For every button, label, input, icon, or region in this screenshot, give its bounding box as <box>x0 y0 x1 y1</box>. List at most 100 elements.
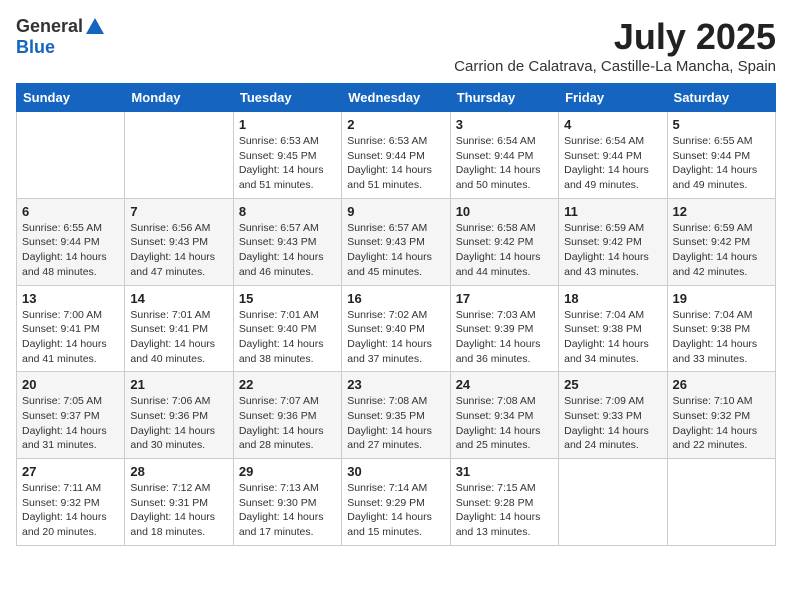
calendar-cell: 1 Sunrise: 6:53 AM Sunset: 9:45 PM Daylig… <box>233 112 341 199</box>
day-number: 28 <box>130 464 227 479</box>
day-info: Sunrise: 7:07 AM Sunset: 9:36 PM Dayligh… <box>239 394 336 453</box>
day-info: Sunrise: 7:08 AM Sunset: 9:35 PM Dayligh… <box>347 394 444 453</box>
day-info: Sunrise: 6:54 AM Sunset: 9:44 PM Dayligh… <box>564 134 661 193</box>
day-info: Sunrise: 7:12 AM Sunset: 9:31 PM Dayligh… <box>130 481 227 540</box>
day-number: 21 <box>130 377 227 392</box>
day-info: Sunrise: 7:01 AM Sunset: 9:41 PM Dayligh… <box>130 308 227 367</box>
day-number: 2 <box>347 117 444 132</box>
calendar-cell <box>17 112 125 199</box>
day-number: 6 <box>22 204 119 219</box>
weekday-header-thursday: Thursday <box>450 84 558 112</box>
location-subtitle: Carrion de Calatrava, Castille-La Mancha… <box>454 58 776 75</box>
calendar-week-5: 27 Sunrise: 7:11 AM Sunset: 9:32 PM Dayli… <box>17 459 776 546</box>
calendar-cell: 19 Sunrise: 7:04 AM Sunset: 9:38 PM Dayli… <box>667 285 775 372</box>
day-info: Sunrise: 7:01 AM Sunset: 9:40 PM Dayligh… <box>239 308 336 367</box>
calendar-cell: 6 Sunrise: 6:55 AM Sunset: 9:44 PM Daylig… <box>17 198 125 285</box>
logo-icon <box>84 16 106 38</box>
day-number: 5 <box>673 117 770 132</box>
weekday-header-tuesday: Tuesday <box>233 84 341 112</box>
calendar-week-3: 13 Sunrise: 7:00 AM Sunset: 9:41 PM Dayli… <box>17 285 776 372</box>
calendar-cell: 23Sunrise: 7:08 AM Sunset: 9:35 PM Dayli… <box>342 372 450 459</box>
day-info: Sunrise: 6:53 AM Sunset: 9:45 PM Dayligh… <box>239 134 336 193</box>
day-number: 29 <box>239 464 336 479</box>
day-number: 25 <box>564 377 661 392</box>
day-number: 15 <box>239 291 336 306</box>
logo: General Blue <box>16 16 107 58</box>
day-number: 13 <box>22 291 119 306</box>
calendar-week-4: 20Sunrise: 7:05 AM Sunset: 9:37 PM Dayli… <box>17 372 776 459</box>
calendar-cell: 10Sunrise: 6:58 AM Sunset: 9:42 PM Dayli… <box>450 198 558 285</box>
calendar-cell: 20Sunrise: 7:05 AM Sunset: 9:37 PM Dayli… <box>17 372 125 459</box>
calendar-week-2: 6 Sunrise: 6:55 AM Sunset: 9:44 PM Daylig… <box>17 198 776 285</box>
title-block: July 2025 Carrion de Calatrava, Castille… <box>454 16 776 75</box>
calendar-cell: 4Sunrise: 6:54 AM Sunset: 9:44 PM Daylig… <box>559 112 667 199</box>
day-info: Sunrise: 7:04 AM Sunset: 9:38 PM Dayligh… <box>564 308 661 367</box>
weekday-header-monday: Monday <box>125 84 233 112</box>
day-number: 8 <box>239 204 336 219</box>
calendar-cell: 31 Sunrise: 7:15 AM Sunset: 9:28 PM Dayli… <box>450 459 558 546</box>
day-number: 1 <box>239 117 336 132</box>
calendar-cell: 30Sunrise: 7:14 AM Sunset: 9:29 PM Dayli… <box>342 459 450 546</box>
calendar-cell: 13 Sunrise: 7:00 AM Sunset: 9:41 PM Dayli… <box>17 285 125 372</box>
day-info: Sunrise: 7:10 AM Sunset: 9:32 PM Dayligh… <box>673 394 770 453</box>
day-number: 30 <box>347 464 444 479</box>
calendar-cell: 28 Sunrise: 7:12 AM Sunset: 9:31 PM Dayli… <box>125 459 233 546</box>
calendar-cell <box>559 459 667 546</box>
calendar-cell: 5Sunrise: 6:55 AM Sunset: 9:44 PM Daylig… <box>667 112 775 199</box>
calendar-cell: 2 Sunrise: 6:53 AM Sunset: 9:44 PM Daylig… <box>342 112 450 199</box>
day-info: Sunrise: 6:53 AM Sunset: 9:44 PM Dayligh… <box>347 134 444 193</box>
day-info: Sunrise: 6:55 AM Sunset: 9:44 PM Dayligh… <box>22 221 119 280</box>
calendar-cell: 15 Sunrise: 7:01 AM Sunset: 9:40 PM Dayli… <box>233 285 341 372</box>
day-number: 20 <box>22 377 119 392</box>
day-number: 31 <box>456 464 553 479</box>
day-number: 16 <box>347 291 444 306</box>
weekday-header-saturday: Saturday <box>667 84 775 112</box>
day-info: Sunrise: 6:57 AM Sunset: 9:43 PM Dayligh… <box>347 221 444 280</box>
calendar-cell: 21Sunrise: 7:06 AM Sunset: 9:36 PM Dayli… <box>125 372 233 459</box>
weekday-header-wednesday: Wednesday <box>342 84 450 112</box>
calendar-cell <box>667 459 775 546</box>
day-info: Sunrise: 7:03 AM Sunset: 9:39 PM Dayligh… <box>456 308 553 367</box>
calendar-cell: 29 Sunrise: 7:13 AM Sunset: 9:30 PM Dayli… <box>233 459 341 546</box>
month-year-title: July 2025 <box>454 16 776 58</box>
day-number: 18 <box>564 291 661 306</box>
calendar-cell: 26 Sunrise: 7:10 AM Sunset: 9:32 PM Dayli… <box>667 372 775 459</box>
weekday-header-friday: Friday <box>559 84 667 112</box>
day-number: 26 <box>673 377 770 392</box>
calendar-cell: 22 Sunrise: 7:07 AM Sunset: 9:36 PM Dayli… <box>233 372 341 459</box>
day-number: 24 <box>456 377 553 392</box>
calendar-cell: 3 Sunrise: 6:54 AM Sunset: 9:44 PM Daylig… <box>450 112 558 199</box>
calendar-cell: 14 Sunrise: 7:01 AM Sunset: 9:41 PM Dayli… <box>125 285 233 372</box>
logo-general: General <box>16 16 83 36</box>
day-info: Sunrise: 7:00 AM Sunset: 9:41 PM Dayligh… <box>22 308 119 367</box>
day-number: 22 <box>239 377 336 392</box>
day-number: 11 <box>564 204 661 219</box>
calendar-cell: 11 Sunrise: 6:59 AM Sunset: 9:42 PM Dayli… <box>559 198 667 285</box>
logo-blue: Blue <box>16 37 55 57</box>
weekday-header-sunday: Sunday <box>17 84 125 112</box>
page-header: General Blue July 2025 Carrion de Calatr… <box>16 16 776 75</box>
day-number: 27 <box>22 464 119 479</box>
calendar-cell: 27 Sunrise: 7:11 AM Sunset: 9:32 PM Dayli… <box>17 459 125 546</box>
day-info: Sunrise: 6:57 AM Sunset: 9:43 PM Dayligh… <box>239 221 336 280</box>
day-number: 7 <box>130 204 227 219</box>
day-info: Sunrise: 6:54 AM Sunset: 9:44 PM Dayligh… <box>456 134 553 193</box>
day-info: Sunrise: 7:11 AM Sunset: 9:32 PM Dayligh… <box>22 481 119 540</box>
weekday-header-row: SundayMondayTuesdayWednesdayThursdayFrid… <box>17 84 776 112</box>
day-info: Sunrise: 7:09 AM Sunset: 9:33 PM Dayligh… <box>564 394 661 453</box>
calendar-cell: 25 Sunrise: 7:09 AM Sunset: 9:33 PM Dayli… <box>559 372 667 459</box>
day-number: 9 <box>347 204 444 219</box>
day-number: 19 <box>673 291 770 306</box>
calendar-cell: 12Sunrise: 6:59 AM Sunset: 9:42 PM Dayli… <box>667 198 775 285</box>
day-info: Sunrise: 6:59 AM Sunset: 9:42 PM Dayligh… <box>564 221 661 280</box>
day-number: 3 <box>456 117 553 132</box>
day-info: Sunrise: 7:08 AM Sunset: 9:34 PM Dayligh… <box>456 394 553 453</box>
calendar-week-1: 1 Sunrise: 6:53 AM Sunset: 9:45 PM Daylig… <box>17 112 776 199</box>
day-number: 14 <box>130 291 227 306</box>
day-info: Sunrise: 7:13 AM Sunset: 9:30 PM Dayligh… <box>239 481 336 540</box>
calendar-cell: 7Sunrise: 6:56 AM Sunset: 9:43 PM Daylig… <box>125 198 233 285</box>
day-number: 17 <box>456 291 553 306</box>
day-info: Sunrise: 7:04 AM Sunset: 9:38 PM Dayligh… <box>673 308 770 367</box>
calendar-cell: 16Sunrise: 7:02 AM Sunset: 9:40 PM Dayli… <box>342 285 450 372</box>
day-info: Sunrise: 7:15 AM Sunset: 9:28 PM Dayligh… <box>456 481 553 540</box>
